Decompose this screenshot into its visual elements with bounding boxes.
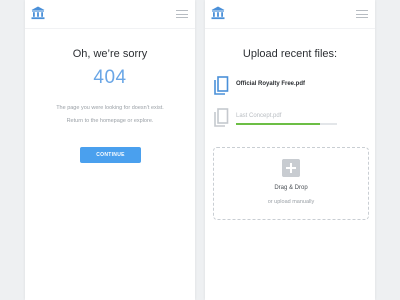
top-bar: [205, 0, 375, 29]
drop-zone[interactable]: Drag & Drop or upload manually: [213, 147, 369, 220]
bank-building-icon[interactable]: [31, 6, 45, 20]
page-title: Upload recent files:: [242, 48, 338, 60]
topbar-divider: [205, 28, 375, 29]
top-bar: [25, 0, 195, 29]
copy-file-icon: [214, 76, 229, 95]
error-message-line-1: The page you were looking for doesn’t ex…: [56, 105, 164, 111]
error-code: 404: [93, 67, 127, 88]
file-item[interactable]: Last Concept.pdf: [213, 107, 367, 129]
copy-file-icon: [214, 108, 229, 127]
upload-manually-link[interactable]: or upload manually: [214, 199, 368, 205]
file-name: Last Concept.pdf: [236, 113, 282, 119]
file-item[interactable]: Official Royalty Free.pdf: [213, 75, 367, 97]
upload-progress-bar: [236, 123, 337, 125]
page-title: Oh, we’re sorry: [72, 48, 148, 60]
plus-icon[interactable]: [282, 159, 300, 177]
drop-zone-title: Drag & Drop: [274, 185, 308, 191]
continue-button[interactable]: CONTINUE: [80, 147, 141, 163]
upload-screen: Upload recent files: Official Royalty Fr…: [205, 0, 375, 300]
bank-building-icon[interactable]: [211, 6, 225, 20]
hamburger-menu-icon[interactable]: [176, 10, 188, 18]
hamburger-menu-icon[interactable]: [356, 10, 368, 18]
error-message-line-2: Return to the homepage or explore.: [66, 118, 154, 124]
file-name: Official Royalty Free.pdf: [236, 81, 306, 87]
topbar-divider: [25, 28, 195, 29]
upload-progress-fill: [236, 123, 320, 125]
error-screen: Oh, we’re sorry 404 The page you were lo…: [25, 0, 195, 300]
